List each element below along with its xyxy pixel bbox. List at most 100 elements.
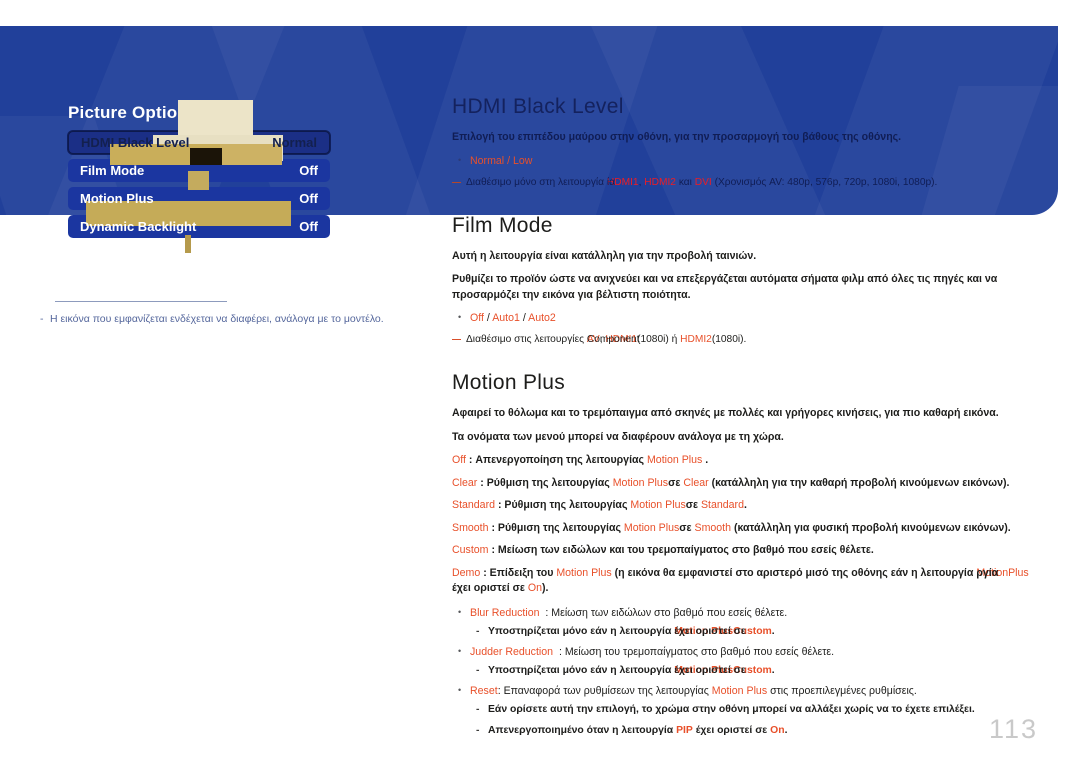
- line-tail: (κατάλληλη για την καθαρή προβολή κινούμ…: [708, 476, 1010, 489]
- bullet-head: Judder Reduction: [470, 645, 554, 658]
- footnote-tail: (Χρονισμός AV: 480p, 576p, 720p, 1080i, …: [711, 176, 938, 188]
- osd-row-motion-plus[interactable]: Motion Plus Off: [68, 187, 330, 210]
- sub-mid: έχει οριστεί σε: [674, 664, 746, 676]
- option-normal: Normal: [470, 154, 505, 167]
- film-mode-footnote: Διαθέσιμο στις λειτουργίες AV Component, …: [452, 333, 1042, 347]
- bullet-judder-reduction: Judder Reduction : Μείωση του τρεμοπαίγμ…: [452, 644, 1042, 660]
- osd-row-film-mode[interactable]: Film Mode Off: [68, 159, 330, 182]
- line-tail: .: [743, 499, 747, 511]
- content-column: HDMI Black Level Επιλογή του επιπέδου μα…: [452, 95, 1042, 744]
- osd-row-label: HDMI Black Level: [81, 135, 190, 150]
- section-heading-film-mode: Film Mode: [452, 213, 553, 237]
- line-key: Off: [452, 454, 466, 466]
- slide-page: Picture Options HDMI Black Level Normal …: [0, 0, 1080, 763]
- bullet-blur-reduction: Blur Reduction : Μείωση των ειδώλων στο …: [452, 605, 1042, 621]
- sub-note-judder-reduction: Υποστηρίζεται μόνο εάν η λειτουργία Moti…: [470, 663, 1042, 678]
- motion-plus-line-off: Off : Απενεργοποίηση της λειτουργίας Mot…: [452, 453, 1042, 469]
- sub-pre: Υποστηρίζεται μόνο εάν η λειτουργία: [488, 625, 675, 637]
- footnote-1080i-a: (1080i) ή: [637, 334, 681, 345]
- line-ref-plus: Plus: [1008, 566, 1029, 579]
- hdmi-black-level-intro: Επιλογή του επιπέδου μαύρου στην οθόνη, …: [452, 131, 902, 143]
- bullet-text: : Μείωση των ειδώλων στο βαθμό που εσείς…: [545, 606, 788, 619]
- footnote-pre: Διαθέσιμο στις λειτουργίες: [466, 334, 587, 345]
- film-mode-options: Off / Auto1 / Auto2: [452, 310, 1042, 326]
- line-mid: : Μείωση των ειδώλων και του τρεμοπαίγμα…: [488, 544, 874, 556]
- sub-tail: .: [771, 664, 775, 676]
- bullet-text-a: : Επαναφορά των ρυθμίσεων της λειτουργία…: [497, 684, 712, 697]
- bullet-head: Reset: [470, 684, 498, 697]
- line-ref: Motion Plus: [646, 454, 703, 466]
- line-mid: : Απενεργοποίηση της λειτουργίας: [465, 454, 647, 466]
- sub-note-blur-reduction: Υποστηρίζεται μόνο εάν η λειτουργία Moti…: [470, 624, 1042, 639]
- motion-plus-line-demo: Demo : Επίδειξη του Motion Plus (η εικόν…: [452, 566, 1042, 597]
- osd-row-hdmi-black-level[interactable]: HDMI Black Level Normal: [68, 131, 330, 154]
- sub-tail: .: [784, 724, 788, 736]
- line-key: Standard: [452, 499, 495, 511]
- line-value: Standard: [700, 499, 744, 511]
- osd-row-value: Off: [299, 219, 318, 234]
- footnote-suffix-ia: ία: [606, 176, 616, 188]
- line-body2: έχει οριστεί σε: [452, 582, 528, 594]
- osd-menu-mock: Picture Options HDMI Black Level Normal …: [68, 100, 330, 253]
- bullet-reset: Reset: Επαναφορά των ρυθμίσεων της λειτο…: [452, 683, 1042, 699]
- osd-row-value: Off: [299, 163, 318, 178]
- bullet-text: : Μείωση του τρεμοπαίγματος στο βαθμό πο…: [558, 645, 835, 658]
- osd-row-label: Motion Plus: [80, 191, 154, 206]
- line-se: σε: [679, 521, 695, 534]
- sub-pre: Υποστηρίζεται μόνο εάν η λειτουργία: [488, 664, 675, 676]
- hdmi-black-level-options: Normal / Low: [452, 153, 1042, 169]
- line-value: Smooth: [694, 521, 732, 534]
- chevron-up-icon: [201, 110, 212, 116]
- line-mid: : Ρύθμιση της λειτουργίας: [495, 499, 631, 511]
- page-number: 113: [988, 714, 1038, 744]
- line-ref: Motion Plus: [556, 566, 612, 579]
- osd-row-label: Dynamic Backlight: [80, 219, 197, 234]
- sub-note-reset-2: Απενεργοποιημένο όταν η λειτουργία PIP έ…: [470, 723, 1042, 738]
- footnote-component: Component: [586, 334, 640, 345]
- sub-overlap-pip: PIP: [676, 723, 693, 738]
- line-tail: .: [702, 454, 709, 466]
- line-value: Clear: [683, 476, 709, 489]
- overlap-rgia: ργία: [976, 566, 999, 579]
- line-ref: Motion Plus: [623, 521, 680, 534]
- note-divider: [55, 301, 227, 302]
- motion-plus-line-custom: Custom : Μείωση των ειδώλων και του τρεμ…: [452, 543, 1042, 559]
- line-mid: : Ρύθμιση της λειτουργίας: [477, 476, 613, 489]
- osd-menu-title: Picture Options: [68, 103, 330, 123]
- line-ref: Motion Plus: [630, 499, 686, 511]
- line-key: Demo: [452, 566, 481, 579]
- option-auto2: Auto2: [528, 312, 556, 324]
- osd-row-dynamic-backlight[interactable]: Dynamic Backlight Off: [68, 215, 330, 238]
- footnote-overlap: HDMI1 ία: [607, 176, 639, 190]
- line-key: Clear: [452, 476, 478, 489]
- line-tail: ).: [542, 582, 549, 594]
- sub-overlap: Motion Plus έχει οριστεί σε: [674, 624, 746, 639]
- osd-menu-title-label: Picture Options: [68, 103, 198, 122]
- value-on: On: [527, 582, 543, 594]
- footnote-pre: Διαθέσιμο μόνο στη λειτουργία: [466, 176, 607, 188]
- section-heading-hdmi-black-level: HDMI Black Level: [452, 95, 624, 118]
- osd-row-label: Film Mode: [80, 163, 145, 178]
- sub-tail: .: [771, 625, 775, 637]
- line-body: (η εικόνα θα εμφανιστεί στο αριστερό μισ…: [611, 566, 977, 579]
- sub-pip: PIP: [676, 724, 693, 736]
- osd-row-value: Off: [299, 191, 318, 206]
- motion-plus-line-standard: Standard : Ρύθμιση της λειτουργίας Motio…: [452, 498, 1042, 514]
- option-separator: /: [504, 154, 513, 167]
- line-mid: : Επίδειξη του: [480, 566, 557, 579]
- bullet-head: Blur Reduction: [470, 606, 540, 619]
- demo-overlap: Motion ργία: [976, 566, 1008, 582]
- option-separator: /: [483, 312, 493, 324]
- sub-overlap: Motion Plus έχει οριστεί σε: [674, 663, 746, 678]
- line-se: σε: [668, 476, 684, 489]
- line-tail: (κατάλληλη για φυσική προβολή κινούμενων…: [731, 521, 1011, 534]
- sub-mid: έχει οριστεί σε: [692, 724, 771, 736]
- footnote-1080i-b: (1080i).: [711, 334, 747, 345]
- note-text: Η εικόνα που εμφανίζεται ενδέχεται να δι…: [50, 313, 384, 325]
- footnote-overlap: AV Component: [587, 333, 640, 347]
- option-separator: /: [519, 312, 529, 324]
- note-dash: -: [40, 313, 44, 325]
- motion-plus-sub-bullets: Blur Reduction : Μείωση των ειδώλων στο …: [452, 605, 1042, 738]
- line-mid: : Ρύθμιση της λειτουργίας: [488, 521, 624, 534]
- line-se: σε: [685, 499, 701, 511]
